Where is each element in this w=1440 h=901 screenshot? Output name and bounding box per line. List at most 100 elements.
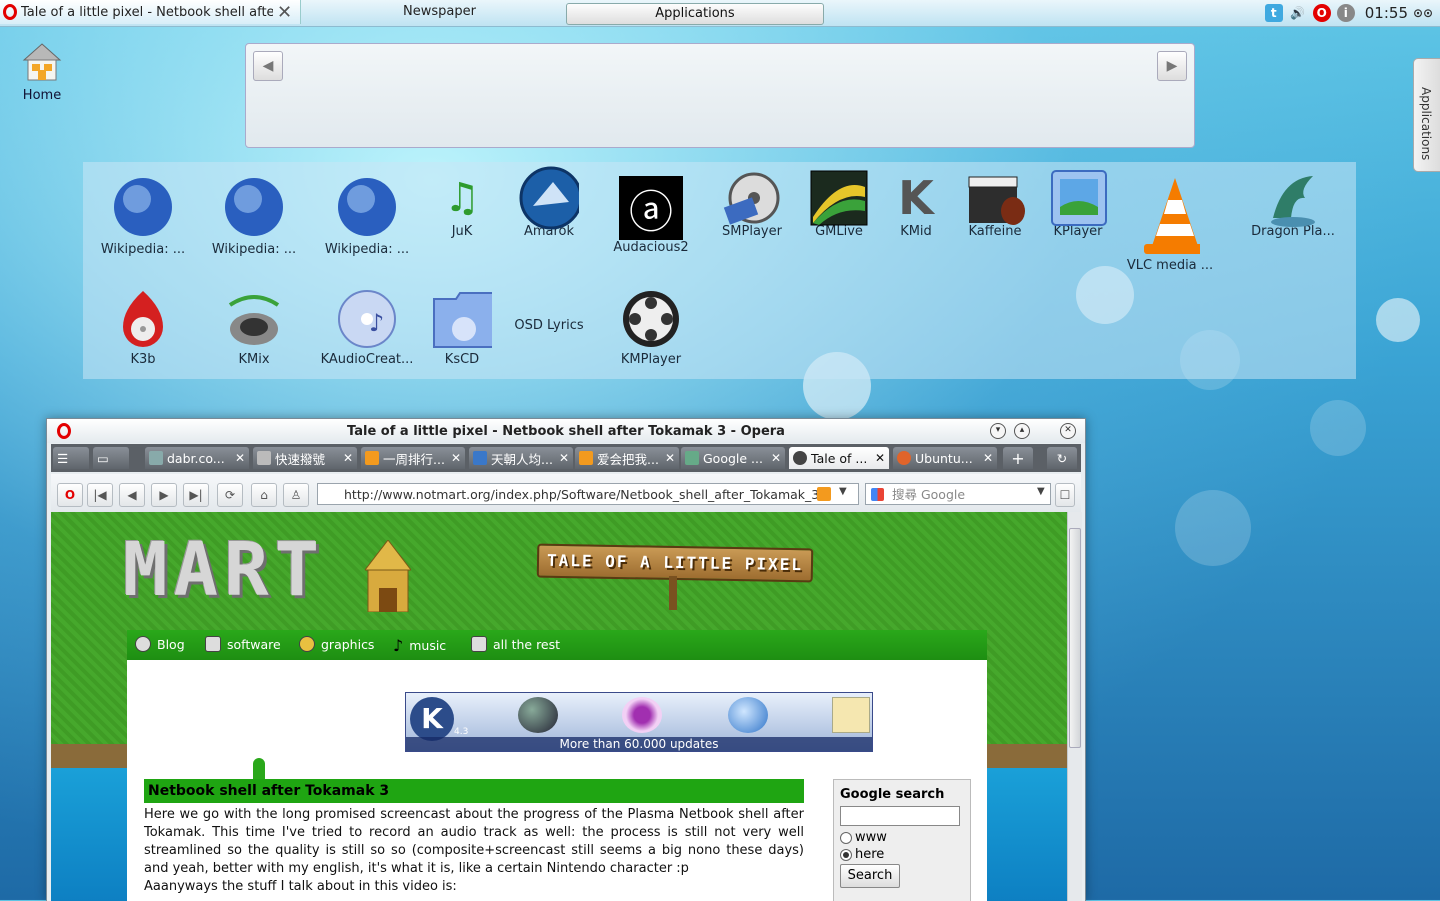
app-label: Wikipedia: ... [211,242,297,257]
wand-button[interactable]: ♙ [283,483,309,507]
home-button[interactable]: ⌂ [251,483,277,507]
site-logo[interactable]: MART [123,532,325,608]
close-icon[interactable]: ✕ [277,2,292,23]
app-wikipedia-1[interactable]: Wikipedia: ... [93,176,193,257]
radio-button-checked[interactable] [840,848,852,861]
kde-version-label: 4.3 [454,727,469,737]
tab-per-capita[interactable]: 天朝人均... ✕ [469,447,573,469]
app-dragon-player[interactable]: Dragon Pla... [1243,176,1343,239]
volume-icon[interactable]: 🔊 [1289,4,1307,22]
address-dropdown-icon[interactable]: ▼ [839,486,847,497]
kde-updates-banner[interactable]: K 4.3 More than 60.000 updates [405,692,873,752]
home-folder-shortcut[interactable]: Home [14,42,70,103]
app-kscd[interactable]: KsCD [412,290,512,367]
app-audacious2[interactable]: ⓐ Audacious2 [601,176,701,255]
app-vlc[interactable]: VLC media ... [1120,176,1220,273]
nav-blog[interactable]: Blog [135,636,185,652]
info-icon[interactable]: i [1336,4,1355,22]
activity-applications[interactable]: Applications [566,3,824,25]
tab-dabr[interactable]: dabr.co... ✕ [145,447,249,469]
clock[interactable]: 01:55 [1365,4,1408,22]
speech-bubble-icon [135,636,151,652]
application-launcher-grid: Wikipedia: ... Wikipedia: ... Wikipedia:… [83,162,1356,379]
nav-music[interactable]: ♪ music [393,636,446,655]
app-kmplayer[interactable]: KMPlayer [601,290,701,367]
tab-weekly-ranking[interactable]: 一周排行... ✕ [361,447,465,469]
reload-button[interactable]: ⟳ [217,483,243,507]
tab-speed-dial[interactable]: 快速撥號 ✕ [253,447,357,469]
search-placeholder: 搜尋 Google [892,487,966,502]
kde-logo-icon: K [410,697,454,741]
post-title[interactable]: Netbook shell after Tokamak 3 [144,779,804,803]
close-tab-icon[interactable]: ✕ [875,451,885,465]
new-tab-button[interactable]: + [1003,447,1033,469]
tab-ubuntu[interactable]: Ubuntu... ✕ [893,447,997,469]
tab-love[interactable]: 爱会把我... ✕ [575,447,679,469]
kontact-icon [832,697,870,733]
tab-google[interactable]: Google ... ✕ [681,447,785,469]
menu-button[interactable]: ☰ [53,447,89,469]
panel-toggle-button[interactable]: ▭ [93,447,129,469]
address-field[interactable]: http://www.notmart.org/index.php/Softwar… [317,483,859,505]
close-tab-icon[interactable]: ✕ [343,451,353,465]
taskbar-active-window[interactable]: Tale of a little pixel - Netbook shell a… [0,0,301,24]
app-juk[interactable]: ♫ JuK [412,175,512,239]
app-kplayer[interactable]: KPlayer [1028,170,1128,239]
google-search-input[interactable] [840,806,960,826]
nav-graphics[interactable]: graphics [299,636,374,652]
opera-tray-icon[interactable]: O [1312,4,1331,22]
binoculars-icon[interactable]: ⊙⊙ [1413,4,1433,22]
minimize-button[interactable]: ▾ [990,423,1006,439]
fast-forward-button[interactable]: ▶| [183,483,209,507]
sign-post [669,576,677,610]
closed-tabs-button[interactable]: ↻ [1047,447,1077,469]
tab-tale-of-pixel[interactable]: Tale of ... ✕ [789,447,889,469]
app-label: KMid [900,224,932,239]
radio-www[interactable]: www [840,830,887,845]
vertical-scrollbar[interactable] [1067,512,1082,901]
twitter-icon[interactable]: t [1264,4,1283,22]
activity-newspaper[interactable]: Newspaper [403,4,476,19]
app-osd-lyrics[interactable]: OSD Lyrics [499,318,599,333]
app-wikipedia-3[interactable]: Wikipedia: ... [317,176,417,257]
dark-sphere-icon [518,697,558,733]
search-dropdown-icon[interactable]: ▼ [1037,486,1045,497]
app-smplayer[interactable]: SMPlayer [702,172,802,239]
panel-button[interactable]: ☐ [1055,483,1075,507]
app-wikipedia-2[interactable]: Wikipedia: ... [204,176,304,257]
scroll-right-button[interactable]: ▶ [1157,51,1187,81]
house-icon [22,42,62,82]
close-button[interactable]: ✕ [1060,423,1076,439]
kmid-icon: K [898,171,934,225]
kplayer-icon [1048,170,1108,226]
back-button[interactable]: ◀ [119,483,145,507]
close-tab-icon[interactable]: ✕ [235,451,245,465]
radio-button[interactable] [840,831,852,844]
close-tab-icon[interactable]: ✕ [559,451,569,465]
scroll-left-button[interactable]: ◀ [253,51,283,81]
app-amarok[interactable]: Amarok [499,166,599,239]
nav-all-the-rest[interactable]: all the rest [471,636,560,652]
radio-here[interactable]: here [840,847,884,862]
app-kmix[interactable]: KMix [204,290,304,367]
close-tab-icon[interactable]: ✕ [983,451,993,465]
forward-button[interactable]: ▶ [151,483,177,507]
close-tab-icon[interactable]: ✕ [451,451,461,465]
nav-software[interactable]: software [205,636,281,652]
app-k3b[interactable]: K3b [93,290,193,367]
opera-menu-button[interactable]: O [57,483,83,507]
scrollbar-thumb[interactable] [1069,528,1081,748]
app-kaudiocreator[interactable]: ♪ KAudioCreat... [317,290,417,367]
maximize-button[interactable]: ▴ [1014,423,1030,439]
search-field[interactable]: 搜尋 Google [865,483,1051,505]
rss-icon[interactable] [817,487,831,501]
close-tab-icon[interactable]: ✕ [665,451,675,465]
close-tab-icon[interactable]: ✕ [771,451,781,465]
window-titlebar[interactable]: Tale of a little pixel - Netbook shell a… [47,419,1085,443]
keyboard-icon [205,636,221,652]
google-search-button[interactable]: Search [840,864,900,888]
applications-side-tab[interactable]: Applications [1413,58,1440,172]
wallpaper-bokeh [1310,400,1366,456]
rewind-button[interactable]: |◀ [87,483,113,507]
konqueror-gear-icon [728,697,768,733]
